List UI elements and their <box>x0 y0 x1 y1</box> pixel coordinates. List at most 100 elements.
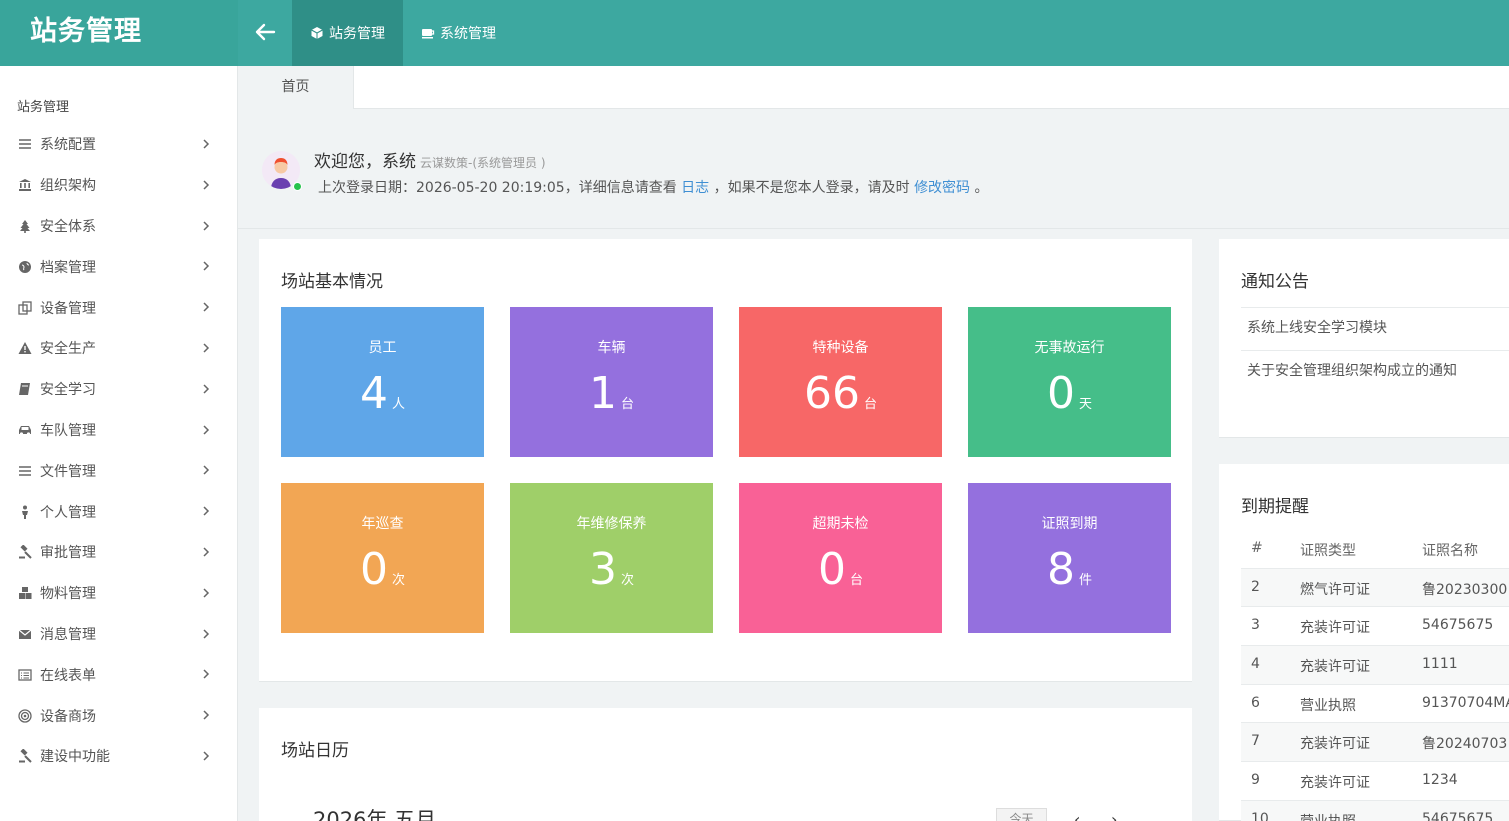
top-nav: 站务管理 系统管理 <box>292 0 514 66</box>
chevron-right-icon <box>200 219 212 233</box>
app-logo[interactable]: 站务管理 <box>0 0 238 66</box>
chevron-right-icon <box>200 137 212 151</box>
topnav-station-label: 站务管理 <box>329 26 385 42</box>
gavel-icon <box>17 748 33 764</box>
tab-bar-fill <box>354 66 1509 108</box>
back-arrow-icon[interactable] <box>250 17 280 47</box>
sidebar-item-label: 安全体系 <box>40 218 96 235</box>
table-cell: 营业执照 <box>1300 697 1356 714</box>
topnav-station[interactable]: 站务管理 <box>292 0 403 66</box>
sidebar-item-4[interactable]: 设备管理 <box>0 287 237 328</box>
calendar-prev-icon[interactable]: ‹ <box>1074 810 1080 821</box>
sidebar-item-6[interactable]: 安全学习 <box>0 369 237 410</box>
tab-home[interactable]: 首页 <box>238 66 354 109</box>
table-row[interactable]: 4 充装许可证 1111 <box>1241 646 1509 685</box>
change-password-link[interactable]: 修改密码 <box>914 180 970 196</box>
online-status-dot <box>293 182 302 191</box>
stat-unit: 台 <box>863 397 877 412</box>
stat-value-row: 0天 <box>968 369 1171 419</box>
gavel-icon <box>17 544 33 560</box>
station-panel: 场站基本情况 员工 4 人车辆 1 台特种设备 66 台无事故运行 0 天年巡查 0 次年维修保养 3… <box>259 239 1192 682</box>
table-row[interactable]: 10 营业执照 54675675 <box>1241 800 1509 821</box>
bars-icon <box>17 463 33 479</box>
sidebar-item-8[interactable]: 文件管理 <box>0 450 237 491</box>
sidebar-item-3[interactable]: 档案管理 <box>0 246 237 287</box>
stat-tile[interactable]: 车辆 1 台 <box>510 307 713 457</box>
sidebar-item-9[interactable]: 个人管理 <box>0 491 237 532</box>
stat-value-row: 1台 <box>510 369 713 419</box>
table-row[interactable]: 6 营业执照 91370704MA <box>1241 685 1509 724</box>
stat-label: 特种设备 <box>812 340 869 356</box>
stat-tile[interactable]: 特种设备 66 台 <box>739 307 942 457</box>
sidebar-item-label: 设备商场 <box>40 708 96 725</box>
sidebar-item-14[interactable]: 设备商场 <box>0 695 237 736</box>
topnav-system[interactable]: 系统管理 <box>403 0 514 66</box>
table-cell: 3 <box>1251 617 1260 634</box>
sidebar-item-2[interactable]: 安全体系 <box>0 206 237 247</box>
sidebar-item-label: 组织架构 <box>40 178 96 195</box>
notice-item[interactable]: 系统上线安全学习模块 <box>1241 307 1509 350</box>
stat-unit: 人 <box>391 397 405 412</box>
calendar-today-button[interactable]: 今天 <box>996 808 1047 821</box>
table-row[interactable]: 2 燃气许可证 鲁20230300 <box>1241 568 1509 608</box>
sidebar-item-label: 系统配置 <box>40 137 96 154</box>
stat-tile[interactable]: 证照到期 8 件 <box>968 483 1171 633</box>
table-cell: 1111 <box>1422 656 1458 673</box>
last-login-info: 上次登录日期：2026-05-20 20:19:05，详细信息请查看 日志 ，如… <box>318 177 989 197</box>
stat-tile[interactable]: 年维修保养 3 次 <box>510 483 713 633</box>
sidebar-item-13[interactable]: 在线表单 <box>0 654 237 695</box>
stat-value-row: 4人 <box>281 369 484 419</box>
bank-icon <box>17 177 33 193</box>
table-row[interactable]: 3 充装许可证 54675675 <box>1241 607 1509 647</box>
column-header: # <box>1251 540 1263 556</box>
sidebar-item-5[interactable]: 安全生产 <box>0 328 237 369</box>
notice-item[interactable]: 关于安全管理组织架构成立的通知 <box>1241 350 1509 393</box>
stat-tile[interactable]: 超期未检 0 台 <box>739 483 942 633</box>
sidebar-item-7[interactable]: 车队管理 <box>0 410 237 451</box>
stat-value: 0 <box>359 544 388 595</box>
envelope-icon <box>17 626 33 642</box>
table-cell: 10 <box>1251 810 1269 821</box>
stat-tile[interactable]: 年巡查 0 次 <box>281 483 484 633</box>
clone-icon <box>17 300 33 316</box>
stat-value: 4 <box>359 368 388 419</box>
top-bar: 站务管理 站务管理 系统管理 <box>0 0 1509 66</box>
bullseye-icon <box>17 708 33 724</box>
table-cell: 营业执照 <box>1300 811 1356 821</box>
sidebar-item-label: 安全生产 <box>40 341 96 358</box>
column-header: 证照名称 <box>1422 543 1478 559</box>
notice-panel-title: 通知公告 <box>1241 272 1309 292</box>
stat-tile[interactable]: 无事故运行 0 天 <box>968 307 1171 457</box>
stat-value-row: 0台 <box>739 545 942 595</box>
table-row[interactable]: 9 充装许可证 1234 <box>1241 762 1509 801</box>
sidebar-item-1[interactable]: 组织架构 <box>0 165 237 206</box>
sidebar-item-label: 档案管理 <box>40 259 96 276</box>
chevron-right-icon <box>200 382 212 396</box>
table-row[interactable]: 7 充装许可证 鲁20240703 <box>1241 723 1509 763</box>
stat-value: 0 <box>1046 368 1075 419</box>
sidebar-item-11[interactable]: 物料管理 <box>0 573 237 614</box>
sidebar-item-label: 审批管理 <box>40 545 96 562</box>
stat-label: 车辆 <box>597 340 626 356</box>
sidebar-item-label: 消息管理 <box>40 626 96 643</box>
stat-unit: 天 <box>1078 397 1092 412</box>
stat-tile[interactable]: 员工 4 人 <box>281 307 484 457</box>
notice-panel: 通知公告 系统上线安全学习模块 关于安全管理组织架构成立的通知 <box>1219 239 1509 438</box>
table-cell: 91370704MA <box>1422 694 1509 711</box>
sidebar-item-12[interactable]: 消息管理 <box>0 614 237 655</box>
log-link[interactable]: 日志 <box>681 180 709 196</box>
sidebar-item-0[interactable]: 系统配置 <box>0 124 237 165</box>
sidebar-item-15[interactable]: 建设中功能 <box>0 736 237 777</box>
coffee-icon <box>422 29 435 39</box>
table-cell: 54675675 <box>1422 810 1494 821</box>
sidebar-item-10[interactable]: 审批管理 <box>0 532 237 573</box>
table-cell: 4 <box>1251 656 1260 673</box>
chevron-right-icon <box>200 259 212 273</box>
expiry-table: # 证照类型 证照名称 2 燃气许可证 鲁20230300 3 充装许可证 54675675 4 充… <box>1241 530 1509 821</box>
sidebar-title: 站务管理 <box>17 100 70 115</box>
calendar-panel: 场站日历 2026年 五月 今天 ‹ › <box>259 708 1192 821</box>
stat-value-row: 66 台 <box>739 369 942 419</box>
stat-value: 0 <box>817 544 846 595</box>
user-icon <box>17 504 33 520</box>
calendar-next-icon[interactable]: › <box>1111 810 1117 821</box>
